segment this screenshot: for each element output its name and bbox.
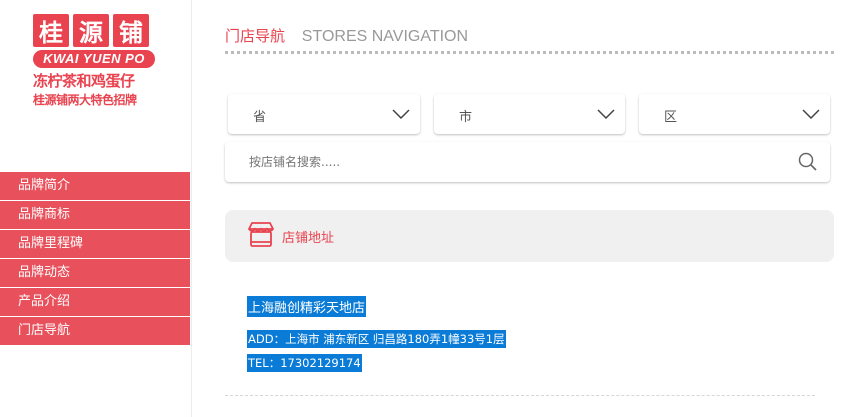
page-title-en: STORES NAVIGATION — [301, 28, 469, 45]
city-select[interactable]: 市 — [434, 94, 625, 134]
logo-english-name: KWAI YUEN PO — [33, 50, 155, 68]
chevron-down-icon — [802, 108, 820, 123]
store-address-label: 店铺地址 — [282, 231, 335, 246]
store-name[interactable]: 上海融创精彩天地店 — [247, 296, 367, 317]
brand-logo[interactable]: 桂 源 铺 KWAI YUEN PO 冻柠茶和鸡蛋仔 桂源铺两大特色招牌 — [33, 14, 155, 108]
sidebar-item-products[interactable]: 产品介绍 — [0, 288, 190, 316]
sidebar: 桂 源 铺 KWAI YUEN PO 冻柠茶和鸡蛋仔 桂源铺两大特色招牌 品牌简… — [0, 0, 192, 417]
chevron-down-icon — [392, 108, 410, 123]
store-search — [225, 142, 830, 182]
store-address: ADD：上海市 浦东新区 归昌路180弄1幢33号1层 — [247, 330, 506, 348]
sidebar-item-brand-milestones[interactable]: 品牌里程碑 — [0, 230, 190, 258]
title-divider — [225, 51, 834, 54]
province-select[interactable]: 省 — [228, 94, 420, 134]
shop-icon — [246, 221, 276, 253]
page-title-cn: 门店导航 — [225, 27, 286, 45]
search-icon[interactable] — [798, 152, 818, 176]
sidebar-item-brand-trademark[interactable]: 品牌商标 — [0, 201, 190, 229]
store-search-input[interactable] — [249, 152, 769, 172]
store-address-header: 店铺地址 — [225, 210, 834, 262]
logo-char: 源 — [73, 14, 109, 47]
logo-char: 铺 — [113, 14, 149, 47]
district-select[interactable]: 区 — [639, 94, 830, 134]
chevron-down-icon — [597, 108, 615, 123]
sidebar-item-brand-intro[interactable]: 品牌简介 — [0, 172, 190, 200]
page-title: 门店导航 STORES NAVIGATION — [225, 25, 468, 46]
sidebar-item-brand-news[interactable]: 品牌动态 — [0, 259, 190, 287]
sidebar-item-store-navigation[interactable]: 门店导航 — [0, 317, 190, 345]
logo-tagline-2: 桂源铺两大特色招牌 — [33, 93, 137, 107]
store-phone: TEL：17302129174 — [247, 354, 362, 372]
store-divider — [225, 395, 815, 396]
district-select-label: 区 — [664, 110, 678, 125]
logo-tagline-1: 冻柠茶和鸡蛋仔 — [33, 72, 135, 90]
logo-chars: 桂 源 铺 — [33, 14, 155, 47]
province-select-label: 省 — [253, 110, 267, 125]
logo-char: 桂 — [33, 14, 69, 47]
sidebar-nav: 品牌简介 品牌商标 品牌里程碑 品牌动态 产品介绍 门店导航 — [0, 172, 190, 346]
city-select-label: 市 — [459, 110, 473, 125]
